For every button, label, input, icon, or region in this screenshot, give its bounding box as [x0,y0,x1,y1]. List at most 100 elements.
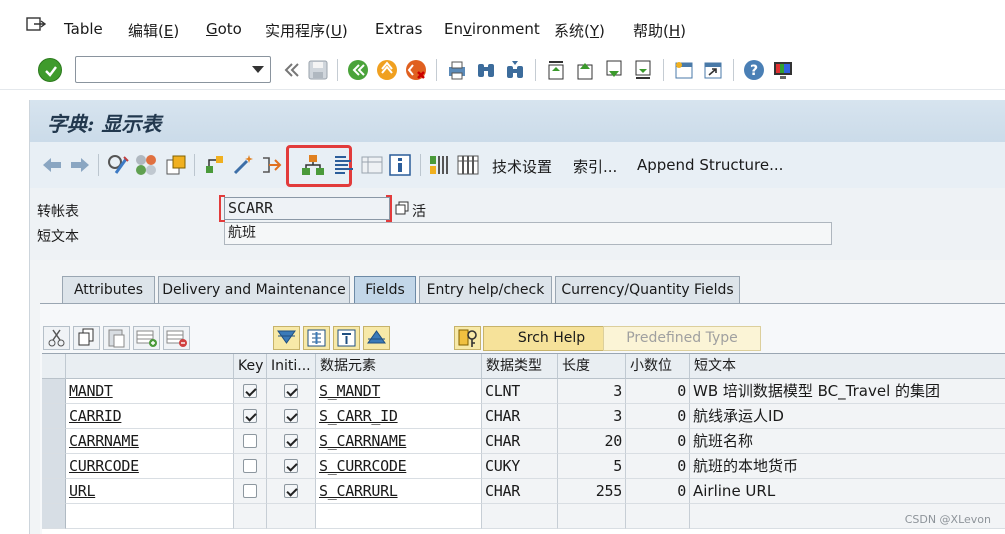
where-used-icon[interactable] [203,153,227,177]
prev-page-icon[interactable] [574,59,596,81]
key-checkbox[interactable] [243,409,257,423]
key-cell[interactable] [234,454,267,479]
navigate-icon[interactable] [260,153,284,177]
menu-goto[interactable]: Goto [206,20,242,38]
new-session-icon[interactable] [673,59,695,81]
initial-cell[interactable] [267,504,316,529]
copy-row-icon[interactable] [73,326,100,350]
info-icon[interactable] [388,153,412,177]
technical-settings-button[interactable]: 技术设置 [492,156,552,177]
tab-currency-quantity-fields[interactable]: Currency/Quantity Fields [555,276,740,304]
row-selector[interactable] [42,379,66,404]
row-selector[interactable] [42,454,66,479]
initial-checkbox[interactable] [284,409,298,423]
data-element-cell[interactable] [316,504,482,529]
data-element-cell[interactable]: S_CURRCODE [316,454,482,479]
last-page-icon[interactable] [632,59,654,81]
shortcut-icon[interactable] [702,59,724,81]
header-length[interactable]: 长度 [558,354,626,379]
row-selector[interactable] [42,479,66,504]
row-selector[interactable] [42,429,66,454]
find-next-icon[interactable] [504,59,526,81]
enter-icon[interactable] [38,58,62,82]
header-decimals[interactable]: 小数位 [626,354,690,379]
columns-icon[interactable] [456,153,480,177]
row-selector[interactable] [42,504,66,529]
data-element-cell[interactable]: S_CARR_ID [316,404,482,429]
table-view-icon[interactable] [360,153,384,177]
field-name-cell[interactable]: CARRID [66,404,234,429]
menu-extras[interactable]: Extras [375,20,422,38]
header-data-element[interactable]: 数据元素 [316,354,482,379]
initial-checkbox[interactable] [284,434,298,448]
field-name-cell[interactable] [66,504,234,529]
initial-checkbox[interactable] [284,384,298,398]
first-page-icon[interactable] [545,59,567,81]
cut-icon[interactable] [43,326,70,350]
initial-cell[interactable] [267,454,316,479]
collapse-icon[interactable] [280,59,302,81]
command-field[interactable] [75,56,271,83]
key-checkbox[interactable] [243,459,257,473]
menu-table[interactable]: Table [64,20,103,38]
index-button[interactable]: 索引... [573,156,617,177]
chevron-down-icon[interactable] [252,66,264,73]
initial-cell[interactable] [267,379,316,404]
key-checkbox[interactable] [243,484,257,498]
append-structure-button[interactable]: Append Structure... [637,156,783,174]
data-element-cell[interactable]: S_CARRURL [316,479,482,504]
tab-attributes[interactable]: Attributes [62,276,155,304]
menu-environment[interactable]: Environment [444,20,540,38]
insert-field-icon[interactable] [303,326,330,350]
predefined-type-button[interactable]: Predefined Type [603,326,761,351]
initial-checkbox[interactable] [284,484,298,498]
arrow-right-icon[interactable] [68,153,92,177]
cancel-icon[interactable] [405,59,427,81]
field-name-cell[interactable]: MANDT [66,379,234,404]
display-change-icon[interactable] [106,153,130,177]
delete-row-icon[interactable] [163,326,190,350]
exit-icon[interactable] [376,59,398,81]
arrow-left-icon[interactable] [40,153,64,177]
menu-help[interactable]: 帮助(H) [633,20,686,41]
initial-checkbox[interactable] [284,459,298,473]
tab-entry-help-check[interactable]: Entry help/check [419,276,552,304]
find-icon[interactable] [475,59,497,81]
field-name-cell[interactable]: CURRCODE [66,454,234,479]
key-cell[interactable] [234,404,267,429]
check-objects-icon[interactable] [134,153,158,177]
tab-fields[interactable]: Fields [354,276,416,304]
activate-icon[interactable] [164,153,188,177]
initial-cell[interactable] [267,479,316,504]
header-initial[interactable]: Initi... [267,354,316,379]
initial-cell[interactable] [267,404,316,429]
table-name-field[interactable]: SCARR [224,197,390,220]
row-selector-header[interactable] [42,354,66,379]
back-green-icon[interactable] [347,59,369,81]
grid-columns-icon[interactable] [428,153,452,177]
field-detail-icon[interactable] [333,326,360,350]
menu-system[interactable]: 系统(Y) [554,20,605,41]
customize-layout-icon[interactable] [772,59,794,81]
search-help-icon[interactable] [454,326,481,350]
key-cell[interactable] [234,479,267,504]
field-name-cell[interactable]: URL [66,479,234,504]
header-short-text[interactable]: 短文本 [690,354,1005,379]
key-cell[interactable] [234,429,267,454]
next-page-icon[interactable] [603,59,625,81]
filter-icon[interactable] [273,326,300,350]
sort-up-icon[interactable] [363,326,390,350]
help-icon[interactable]: ? [743,59,765,81]
key-cell[interactable] [234,504,267,529]
data-element-cell[interactable]: S_MANDT [316,379,482,404]
field-name-cell[interactable]: CARRNAME [66,429,234,454]
insert-row-icon[interactable] [133,326,160,350]
copy-icon[interactable] [395,201,409,215]
structure-list-icon[interactable] [332,153,356,177]
data-element-cell[interactable]: S_CARRNAME [316,429,482,454]
row-selector[interactable] [42,404,66,429]
key-checkbox[interactable] [243,434,257,448]
short-text-field[interactable]: 航班 [224,222,832,245]
menu-edit[interactable]: 编辑(E) [128,20,179,41]
print-icon[interactable] [446,59,468,81]
